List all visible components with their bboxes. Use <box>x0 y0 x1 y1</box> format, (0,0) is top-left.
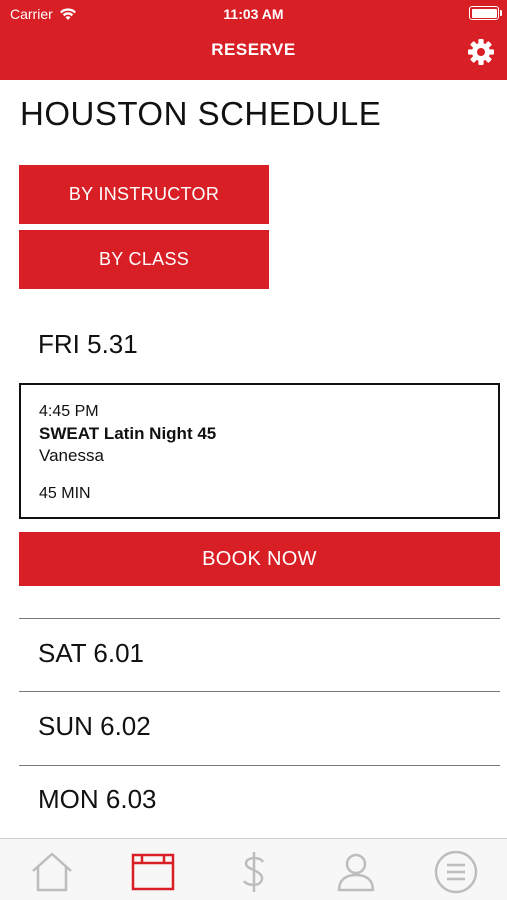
tab-bar <box>0 838 507 900</box>
dollar-icon <box>242 852 265 892</box>
tab-profile[interactable] <box>333 849 379 895</box>
day-header-sun[interactable]: SUN 6.02 <box>38 711 151 742</box>
gear-icon[interactable] <box>467 38 495 66</box>
home-icon <box>32 852 72 892</box>
divider <box>19 618 500 619</box>
tab-menu[interactable] <box>433 849 479 895</box>
class-duration: 45 MIN <box>39 485 91 502</box>
day-header-sat[interactable]: SAT 6.01 <box>38 638 144 669</box>
book-now-button[interactable]: BOOK NOW <box>19 532 500 586</box>
by-class-button[interactable]: BY CLASS <box>19 230 269 289</box>
top-bar: Carrier 11:03 AM RESERVE <box>0 0 507 80</box>
class-time: 4:45 PM <box>39 403 99 420</box>
calendar-icon <box>131 853 175 891</box>
by-instructor-button[interactable]: BY INSTRUCTOR <box>19 165 269 224</box>
tab-schedule[interactable] <box>130 849 176 895</box>
class-instructor: Vanessa <box>39 446 104 465</box>
day-header-fri[interactable]: FRI 5.31 <box>38 329 138 360</box>
menu-icon <box>434 850 478 894</box>
class-card[interactable]: 4:45 PM SWEAT Latin Night 45 Vanessa 45 … <box>19 383 500 519</box>
divider <box>19 765 500 766</box>
class-name: SWEAT Latin Night 45 <box>39 424 217 443</box>
status-time: 11:03 AM <box>223 6 284 22</box>
profile-icon <box>337 853 375 892</box>
divider <box>19 691 500 692</box>
day-header-mon[interactable]: MON 6.03 <box>38 784 157 815</box>
tab-home[interactable] <box>29 849 75 895</box>
nav-title: RESERVE <box>211 40 296 59</box>
page-title: HOUSTON SCHEDULE <box>20 95 382 132</box>
battery-icon <box>469 6 502 20</box>
status-bar: Carrier 11:03 AM <box>0 0 507 28</box>
tab-pricing[interactable] <box>231 849 277 895</box>
